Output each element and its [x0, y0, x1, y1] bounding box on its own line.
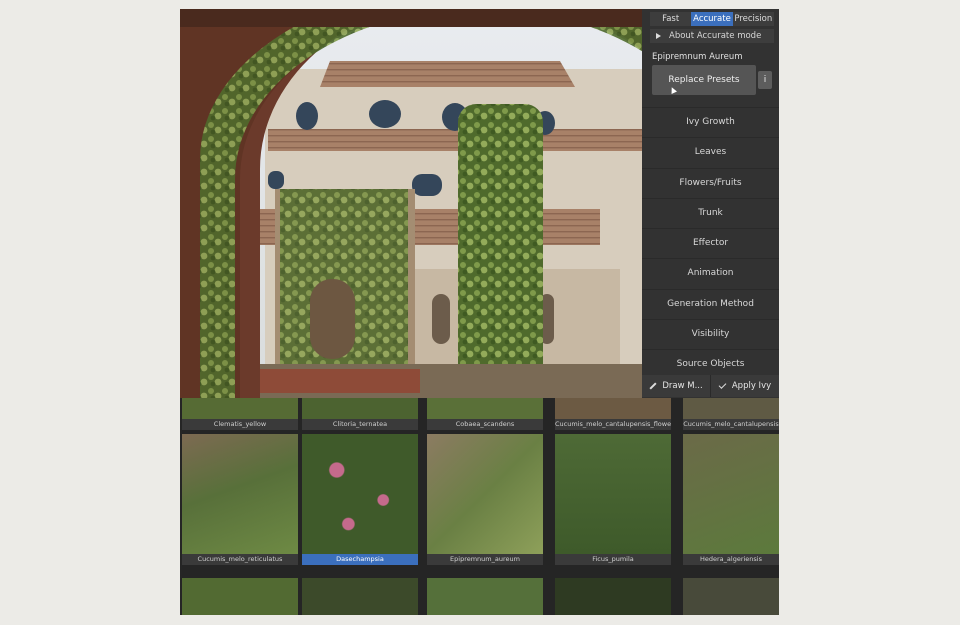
thumbnail-label: Clitoria_ternatea — [302, 419, 418, 430]
thumbnail-label: Hedera_algeriensis — [683, 554, 779, 565]
thumbnail-label: Ficus_pumila — [555, 554, 671, 565]
thumbnail-cucumis-melo-reticulatus[interactable]: Cucumis_melo_reticulatus — [182, 434, 298, 568]
draw-mode-button[interactable]: Draw M... — [642, 375, 710, 397]
checkmark-icon — [718, 381, 727, 389]
expand-triangle-icon — [656, 33, 661, 39]
thumbnail-label: Epipremnum_aureum — [427, 554, 543, 565]
thumbnail-clitoria-ternatea[interactable]: Clitoria_ternatea — [302, 398, 418, 431]
apply-ivy-button[interactable]: Apply Ivy — [710, 375, 779, 397]
section-leaves[interactable]: Leaves — [642, 137, 779, 167]
thumbnail-epipremnum-aureum[interactable]: Epipremnum_aureum — [427, 434, 543, 568]
about-label: About Accurate mode — [669, 31, 762, 41]
ivy-generator-app: Fast Accurate Precision About Accurate m… — [180, 9, 779, 615]
section-visibility[interactable]: Visibility — [642, 319, 779, 349]
ivy-settings-panel: Fast Accurate Precision About Accurate m… — [642, 9, 779, 398]
apply-ivy-label: Apply Ivy — [731, 381, 772, 391]
preset-name: Epipremnum Aureum — [652, 52, 743, 62]
section-generation-method[interactable]: Generation Method — [642, 288, 779, 319]
thumbnail-label: Cucumis_melo_cantalupensis_flower — [555, 419, 671, 430]
pencil-icon — [649, 382, 657, 390]
thumbnail-partial[interactable] — [555, 578, 671, 615]
thumbnail-partial[interactable] — [427, 578, 543, 615]
thumbnail-cobaea-scandens[interactable]: Cobaea_scandens — [427, 398, 543, 431]
draw-mode-label: Draw M... — [662, 381, 703, 391]
thumbnail-clematis-yellow[interactable]: Clematis_yellow — [182, 398, 298, 431]
thumbnail-dasechampsia[interactable]: Dasechampsia — [302, 434, 418, 568]
section-trunk[interactable]: Trunk — [642, 197, 779, 228]
panel-footer: Draw M... Apply Ivy — [642, 375, 779, 397]
thumbnail-cucumis-melo-cantalupensis-flower[interactable]: Cucumis_melo_cantalupensis_flower — [555, 398, 671, 431]
thumbnail-label: Cucumis_melo_cantalupensis — [683, 419, 779, 430]
preset-thumbnail-browser: Clematis_yellow Clitoria_ternatea Cobaea… — [180, 398, 779, 615]
thumbnail-ficus-pumila[interactable]: Ficus_pumila — [555, 434, 671, 568]
thumbnail-label: Cucumis_melo_reticulatus — [182, 554, 298, 565]
section-ivy-growth[interactable]: Ivy Growth — [642, 107, 779, 137]
mode-accurate-button[interactable]: Accurate — [691, 12, 733, 26]
mode-selector: Fast Accurate Precision — [650, 12, 774, 26]
section-animation[interactable]: Animation — [642, 258, 779, 288]
thumbnail-cucumis-melo-cantalupensis[interactable]: Cucumis_melo_cantalupensis — [683, 398, 779, 431]
thumbnail-partial[interactable] — [683, 578, 779, 615]
settings-sections: Ivy Growth Leaves Flowers/Fruits Trunk E… — [642, 107, 779, 380]
section-effector[interactable]: Effector — [642, 228, 779, 258]
thumbnail-label: Cobaea_scandens — [427, 419, 543, 430]
info-icon[interactable]: i — [758, 71, 772, 89]
mode-precision-button[interactable]: Precision — [732, 12, 774, 26]
about-accurate-mode-toggle[interactable]: About Accurate mode — [650, 29, 774, 43]
section-flowers-fruits[interactable]: Flowers/Fruits — [642, 167, 779, 198]
thumbnail-hedera-algeriensis[interactable]: Hedera_algeriensis — [683, 434, 779, 568]
replace-presets-button[interactable]: Replace Presets — [652, 65, 756, 95]
mode-fast-button[interactable]: Fast — [650, 12, 692, 26]
thumbnail-partial[interactable] — [182, 578, 298, 615]
thumbnail-label: Dasechampsia — [302, 554, 418, 565]
thumbnail-label: Clematis_yellow — [182, 419, 298, 430]
thumbnail-partial[interactable] — [302, 578, 418, 615]
